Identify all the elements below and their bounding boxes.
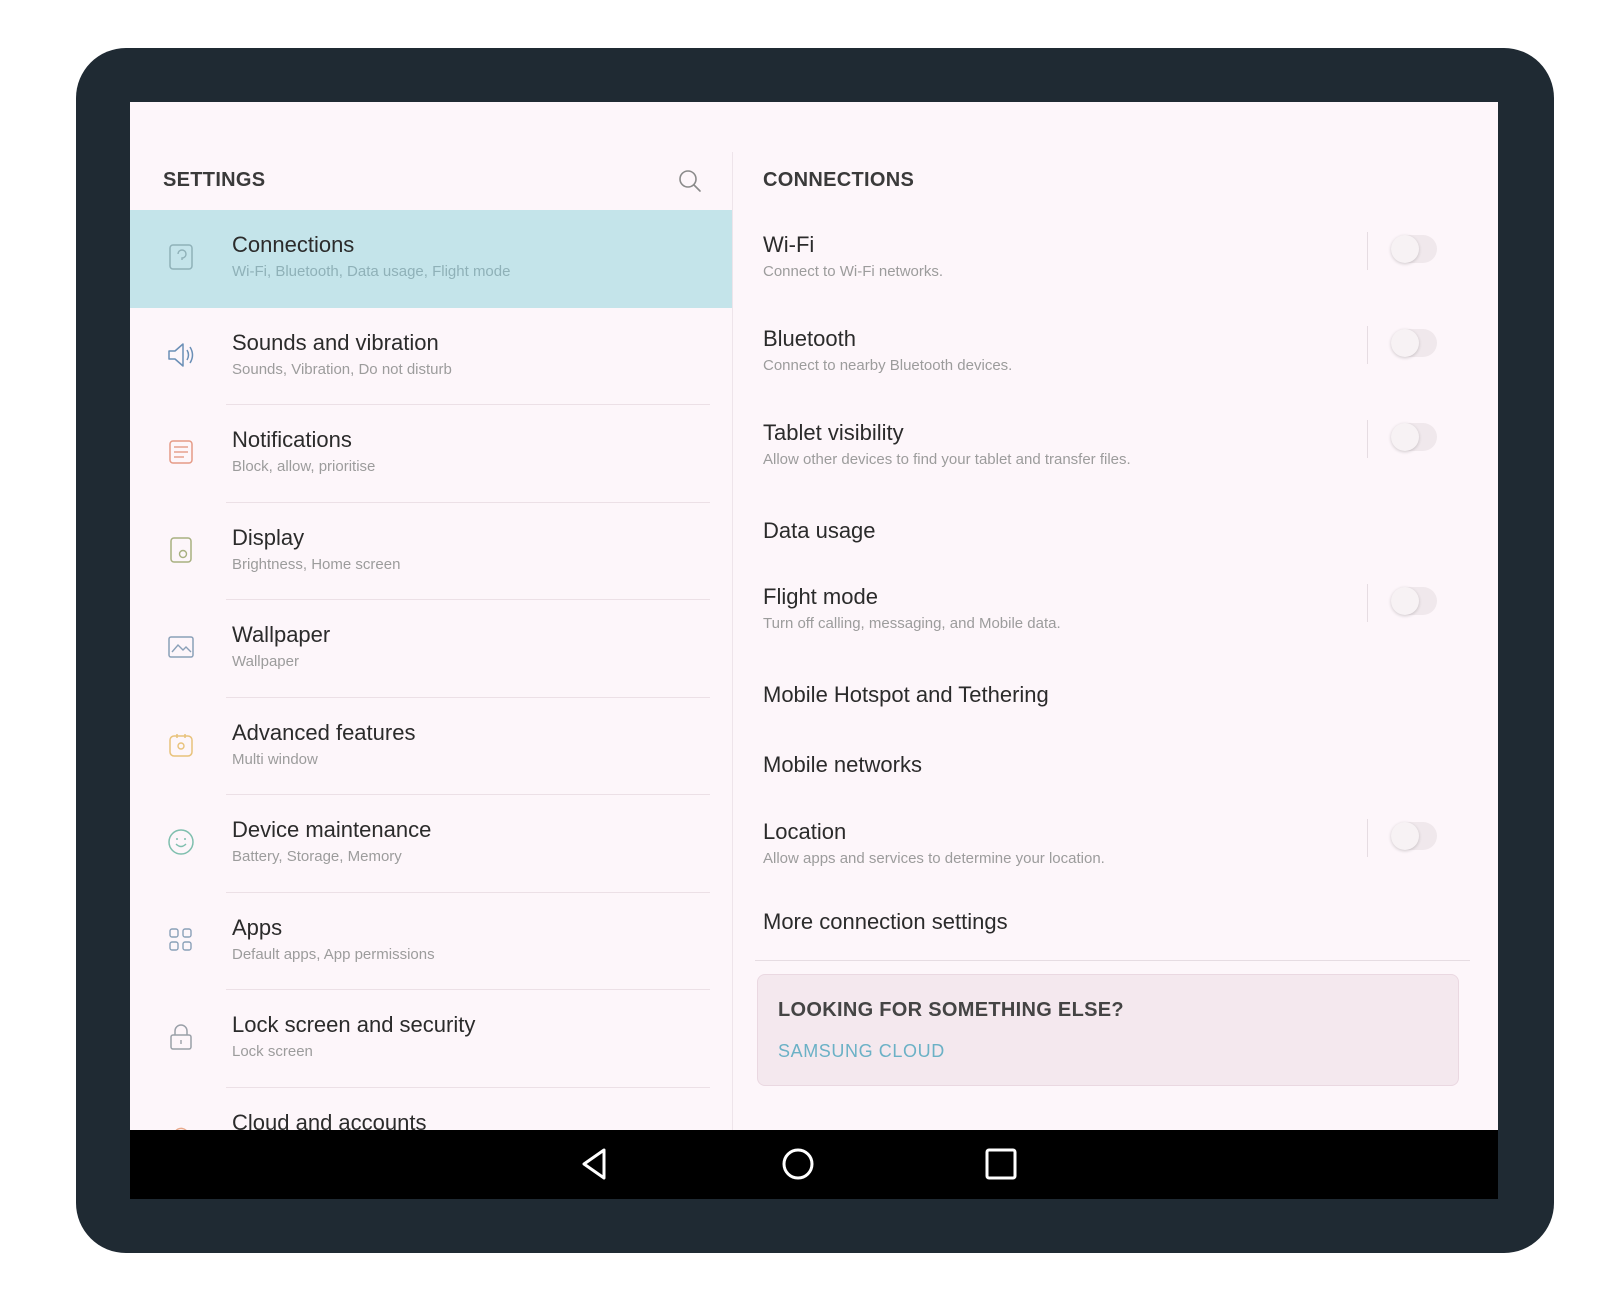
item-title: Cloud and accounts	[232, 1109, 427, 1131]
search-icon[interactable]	[677, 168, 703, 194]
item-subtitle: Block, allow, prioritise	[232, 458, 376, 475]
row-title: Bluetooth	[763, 326, 856, 351]
settings-header: SETTINGS	[163, 160, 703, 200]
row-mobile-hotspot[interactable]: Mobile Hotspot and Tethering	[733, 656, 1498, 726]
item-title: Apps	[232, 914, 283, 940]
item-title: Sounds and vibration	[232, 329, 439, 355]
device-maintenance-icon	[168, 829, 194, 855]
row-subtitle: Connect to nearby Bluetooth devices.	[763, 357, 1013, 374]
row-subtitle: Turn off calling, messaging, and Mobile …	[763, 615, 1061, 632]
location-toggle[interactable]	[1391, 822, 1437, 850]
item-title: Device maintenance	[232, 817, 432, 842]
toggle-knob	[1391, 423, 1419, 451]
row-data-usage[interactable]: Data usage	[733, 492, 1498, 562]
sidebar-item-connections[interactable]: Connections Wi-Fi, Bluetooth, Data usage…	[130, 210, 732, 308]
row-bluetooth[interactable]: Bluetooth Connect to nearby Bluetooth de…	[733, 304, 1498, 398]
settings-list: Connections Wi-Fi, Bluetooth, Data usage…	[130, 210, 732, 1130]
home-icon[interactable]	[778, 1144, 818, 1184]
sidebar-item-device-maintenance[interactable]: Device maintenance Battery, Storage, Mem…	[130, 795, 732, 893]
row-flight-mode[interactable]: Flight mode Turn off calling, messaging,…	[733, 562, 1498, 656]
row-title: Mobile Hotspot and Tethering	[763, 682, 1049, 707]
lock-icon	[170, 1024, 192, 1050]
card-title: LOOKING FOR SOMETHING ELSE?	[778, 999, 1124, 1021]
back-icon[interactable]	[575, 1144, 615, 1184]
row-title: Location	[763, 819, 847, 844]
advanced-features-icon	[169, 733, 193, 757]
section-divider	[755, 960, 1470, 961]
row-title: More connection settings	[763, 909, 1008, 934]
row-title: Wi-Fi	[763, 232, 815, 257]
item-title: Wallpaper	[232, 622, 331, 647]
row-mobile-networks[interactable]: Mobile networks	[733, 726, 1498, 797]
row-subtitle: Allow other devices to find your tablet …	[763, 451, 1131, 468]
row-more-connection-settings[interactable]: More connection settings	[733, 891, 1498, 960]
toggle-separator	[1367, 420, 1368, 458]
row-title: Tablet visibility	[763, 420, 904, 445]
suggestion-card: LOOKING FOR SOMETHING ELSE? SAMSUNG CLOU…	[757, 974, 1459, 1086]
sidebar-item-apps[interactable]: Apps Default apps, App permissions	[130, 893, 732, 990]
row-title: Data usage	[763, 518, 876, 543]
item-title: Advanced features	[232, 719, 416, 745]
section-title: CONNECTIONS	[763, 169, 915, 191]
toggle-knob	[1391, 822, 1419, 850]
sidebar-item-notifications[interactable]: Notifications Block, allow, prioritise	[130, 405, 732, 503]
bluetooth-toggle[interactable]	[1391, 329, 1437, 357]
sidebar-item-sounds[interactable]: Sounds and vibration Sounds, Vibration, …	[130, 308, 732, 405]
item-title: Notifications	[232, 427, 352, 452]
row-title: Flight mode	[763, 584, 878, 609]
sidebar-item-cloud-accounts[interactable]: Cloud and accounts	[130, 1088, 732, 1131]
item-subtitle: Multi window	[232, 750, 318, 768]
item-subtitle: Battery, Storage, Memory	[232, 848, 402, 865]
page-title: SETTINGS	[163, 169, 266, 191]
settings-panel: SETTINGS Connections Wi-Fi, Bluetooth, D…	[130, 102, 732, 1130]
notifications-icon	[169, 440, 193, 464]
item-subtitle: Default apps, App permissions	[232, 945, 435, 963]
display-icon	[170, 536, 192, 563]
sidebar-item-advanced-features[interactable]: Advanced features Multi window	[130, 698, 732, 795]
row-location[interactable]: Location Allow apps and services to dete…	[733, 797, 1498, 891]
item-subtitle: Brightness, Home screen	[232, 555, 401, 573]
samsung-cloud-link[interactable]: SAMSUNG CLOUD	[778, 1041, 945, 1062]
sidebar-item-wallpaper[interactable]: Wallpaper Wallpaper	[130, 600, 732, 698]
item-title: Lock screen and security	[232, 1012, 476, 1037]
toggle-separator	[1367, 819, 1368, 857]
item-title: Display	[232, 524, 305, 550]
cloud-icon	[175, 1127, 188, 1130]
toggle-knob	[1391, 587, 1419, 615]
row-wifi[interactable]: Wi-Fi Connect to Wi-Fi networks.	[733, 210, 1498, 304]
wifi-toggle[interactable]	[1391, 235, 1437, 263]
row-tablet-visibility[interactable]: Tablet visibility Allow other devices to…	[733, 398, 1498, 492]
tablet-visibility-toggle[interactable]	[1391, 423, 1437, 451]
recents-icon[interactable]	[981, 1144, 1021, 1184]
connections-panel: CONNECTIONS Wi-Fi Connect to Wi-Fi netwo…	[733, 102, 1498, 1130]
toggle-knob	[1391, 235, 1419, 263]
speaker-icon	[168, 342, 194, 367]
toggle-knob	[1391, 329, 1419, 357]
toggle-separator	[1367, 326, 1368, 364]
sidebar-item-display[interactable]: Display Brightness, Home screen	[130, 503, 732, 600]
row-title: Mobile networks	[763, 752, 922, 777]
navigation-bar	[130, 1130, 1498, 1199]
toggle-separator	[1367, 232, 1368, 270]
screen: SETTINGS Connections Wi-Fi, Bluetooth, D…	[130, 102, 1498, 1199]
apps-grid-icon	[169, 927, 192, 951]
flight-mode-toggle[interactable]	[1391, 587, 1437, 615]
item-subtitle: Lock screen	[232, 1043, 313, 1060]
item-title: Connections	[232, 232, 355, 257]
item-subtitle: Sounds, Vibration, Do not disturb	[232, 360, 452, 378]
row-subtitle: Allow apps and services to determine you…	[763, 850, 1105, 867]
item-subtitle: Wi-Fi, Bluetooth, Data usage, Flight mod…	[232, 263, 511, 280]
item-subtitle: Wallpaper	[232, 653, 299, 670]
sidebar-item-lock-screen[interactable]: Lock screen and security Lock screen	[130, 990, 732, 1088]
wallpaper-icon	[168, 636, 194, 658]
row-subtitle: Connect to Wi-Fi networks.	[763, 263, 944, 280]
connections-icon	[169, 244, 193, 270]
toggle-separator	[1367, 584, 1368, 622]
